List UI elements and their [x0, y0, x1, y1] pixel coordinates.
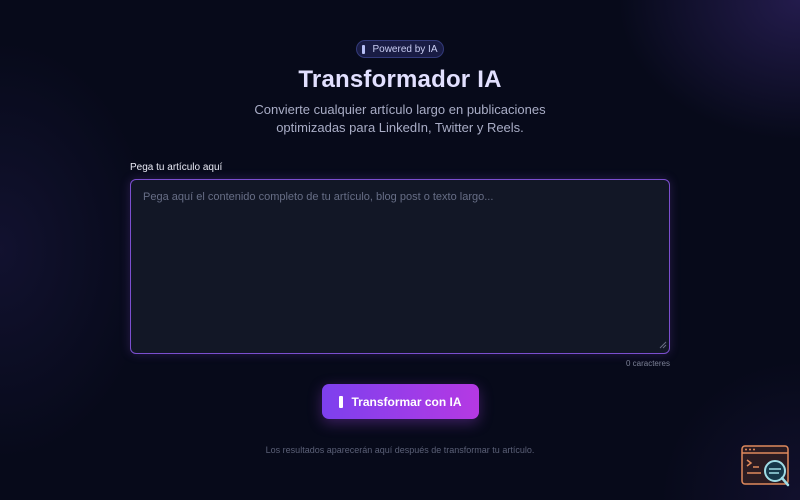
- character-count: 0 caracteres: [625, 359, 670, 368]
- article-textarea[interactable]: [130, 179, 670, 354]
- bar-icon: [362, 44, 366, 54]
- transform-button[interactable]: Transformar con IA: [322, 384, 479, 419]
- powered-by-badge: Powered by IA: [356, 40, 444, 58]
- page-subtitle: Convierte cualquier artículo largo en pu…: [254, 102, 546, 135]
- page-title: Transformador IA: [298, 66, 502, 93]
- bar-icon: [339, 395, 344, 408]
- results-placeholder-text: Los resultados aparecerán aquí después d…: [265, 445, 535, 455]
- badge-text: Powered by IA: [372, 43, 438, 55]
- article-field-label: Pega tu artículo aquí: [130, 162, 223, 173]
- transform-button-label: Transformar con IA: [351, 394, 462, 409]
- console-search-icon[interactable]: [741, 444, 791, 488]
